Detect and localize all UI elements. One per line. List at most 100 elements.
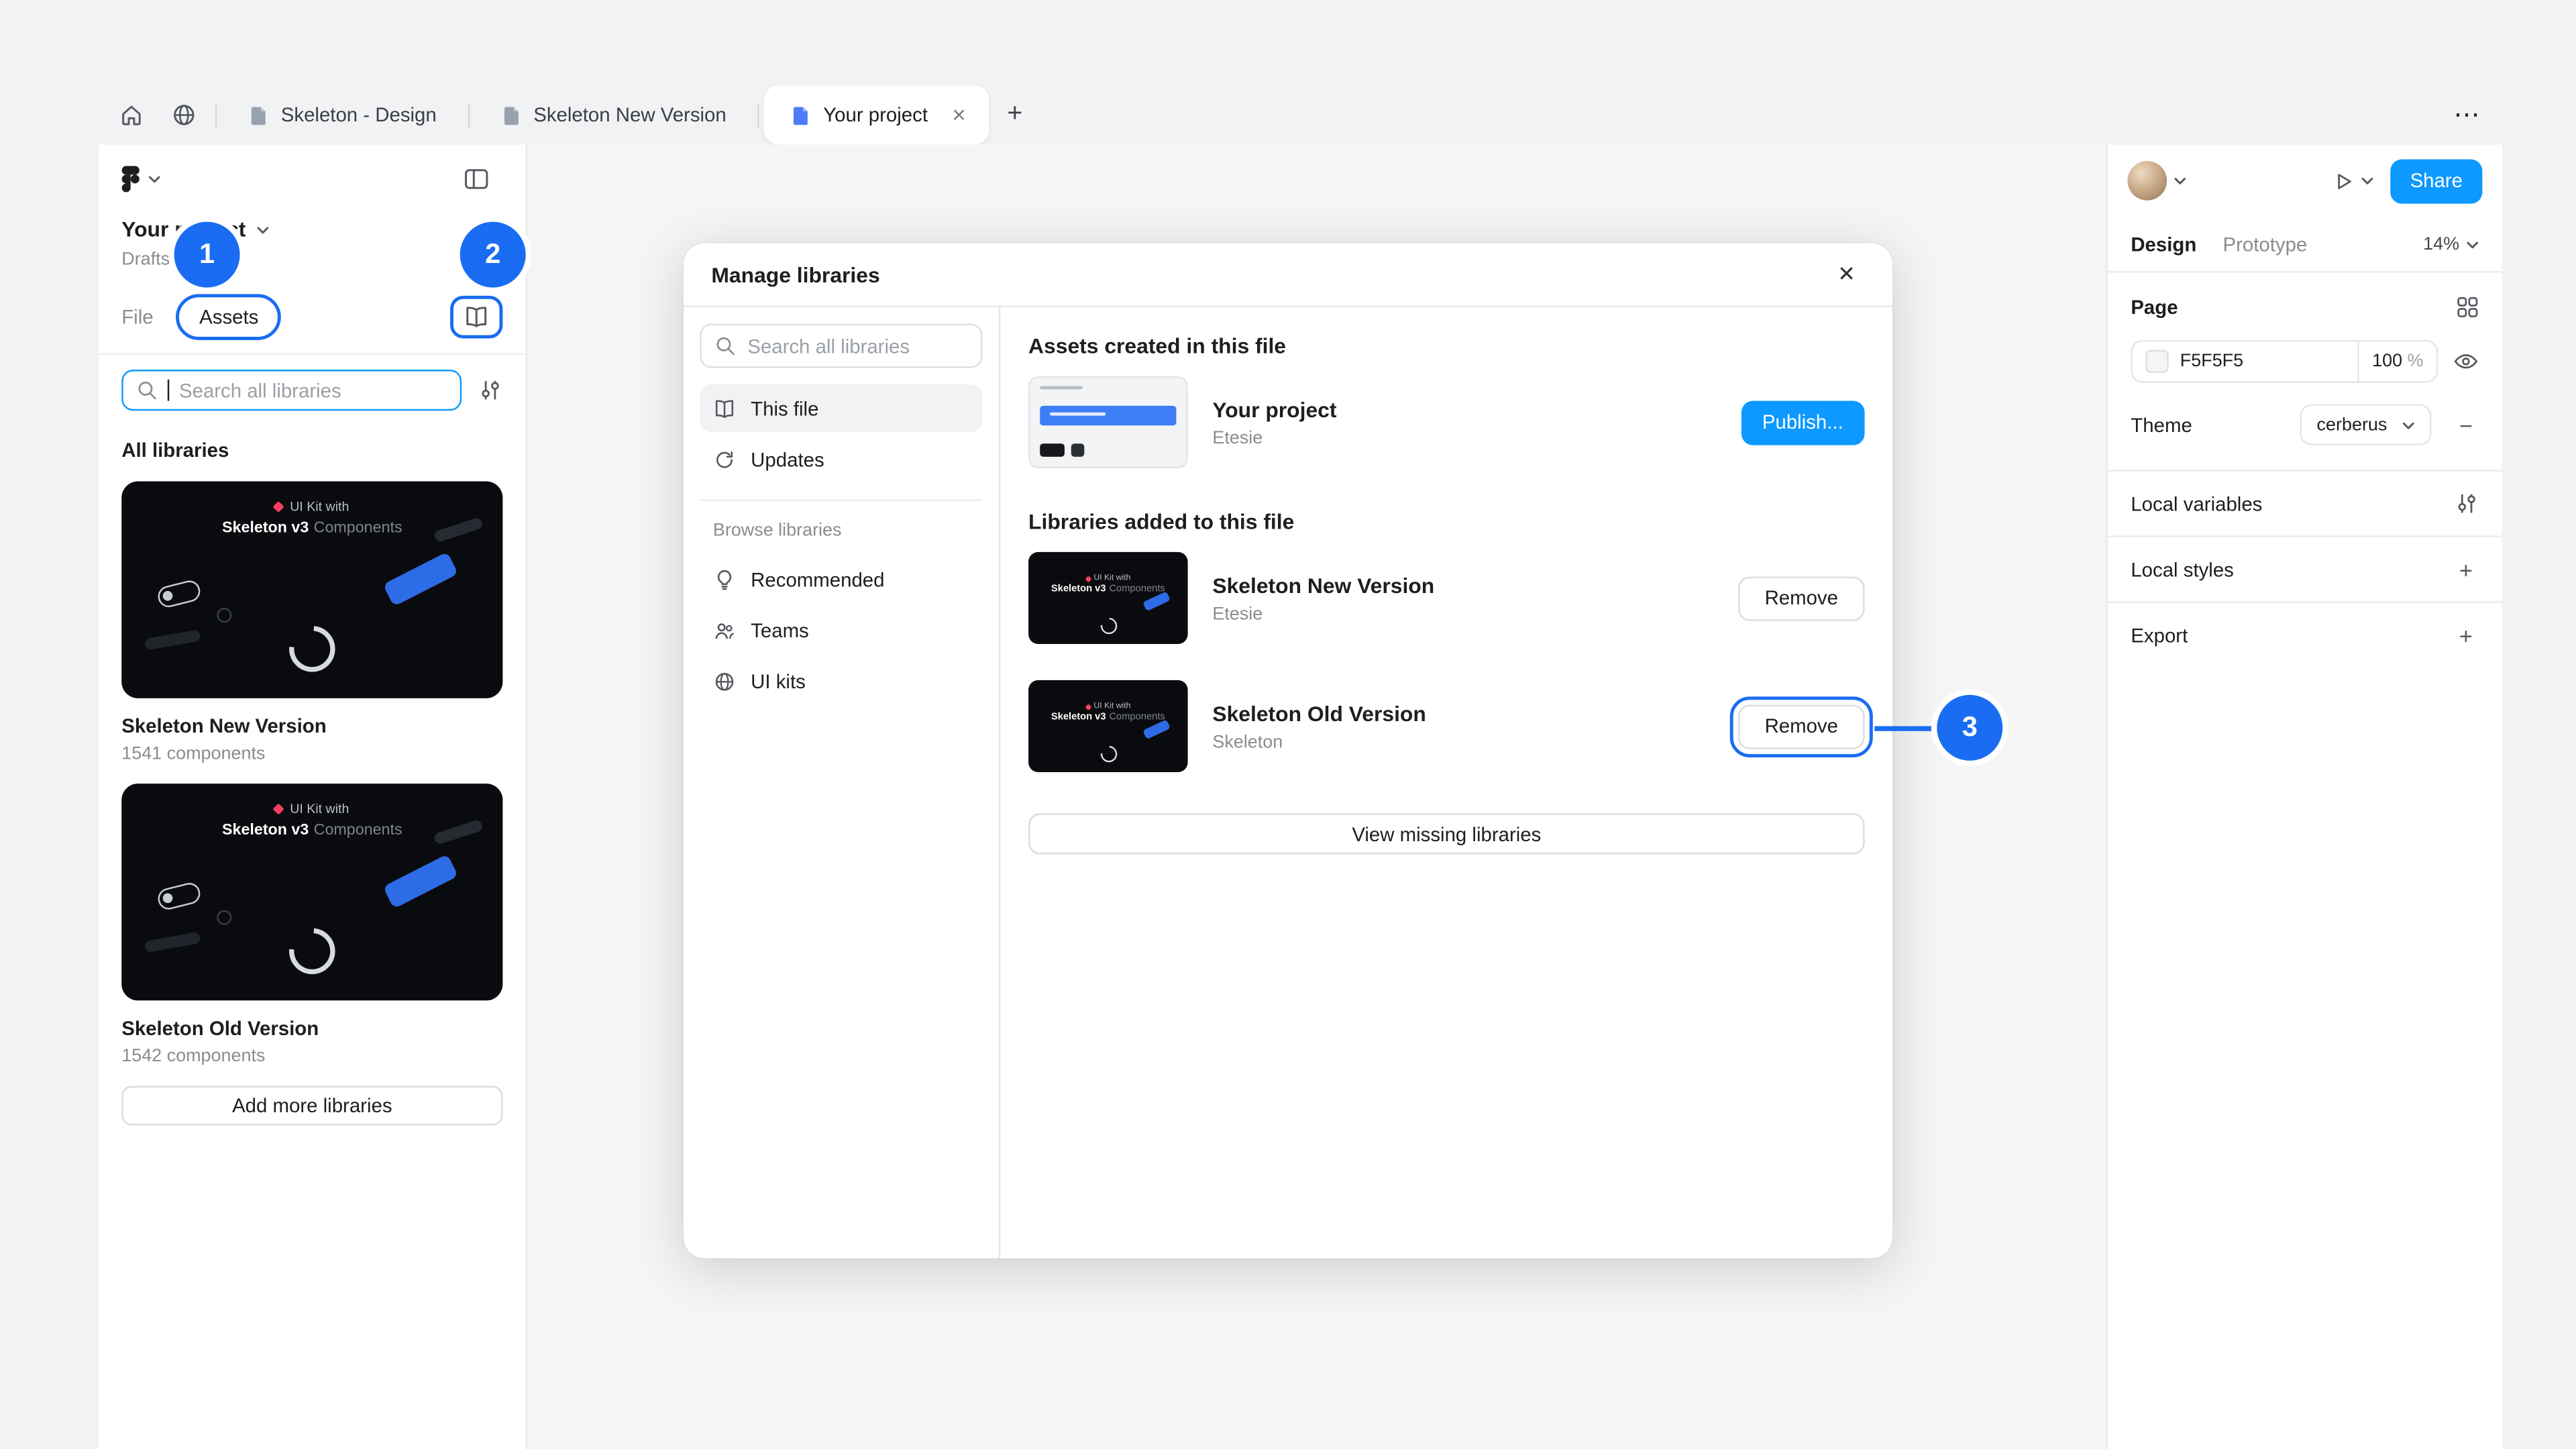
- mode-tabs: Design Prototype 14%: [2108, 217, 2502, 272]
- callout-connector-line: [1874, 726, 1941, 730]
- opacity-field[interactable]: 100 %: [2357, 341, 2436, 381]
- share-button[interactable]: Share: [2390, 158, 2482, 203]
- tab-assets[interactable]: Assets: [176, 293, 282, 339]
- skeleton-logo-icon: [1085, 703, 1091, 710]
- spinner-shape: [280, 919, 345, 984]
- library-subtitle: Skeleton: [1212, 732, 1713, 751]
- thumb-brand: Skeleton v3: [222, 821, 309, 839]
- tab-skeleton-design[interactable]: Skeleton - Design: [222, 85, 463, 144]
- nav-item-updates[interactable]: Updates: [700, 435, 982, 483]
- library-card[interactable]: UI Kit with Skeleton v3Components Skelet…: [121, 784, 502, 1066]
- nav-item-this-file[interactable]: This file: [700, 384, 982, 432]
- close-dialog-button[interactable]: ✕: [1829, 256, 1865, 292]
- color-swatch[interactable]: [2145, 350, 2168, 373]
- all-libraries-heading: All libraries: [99, 417, 526, 465]
- library-title: Your project: [1212, 396, 1716, 421]
- nav-label: Recommended: [751, 568, 884, 590]
- thumb-brand: Skeleton v3: [1051, 585, 1106, 595]
- library-row: Your project Etesie Publish...: [1028, 358, 1865, 486]
- close-icon: ✕: [1837, 261, 1856, 287]
- community-button[interactable]: [158, 92, 210, 138]
- styles-grid-icon[interactable]: [2456, 296, 2479, 319]
- page-color-row: F5F5F5 100 %: [2131, 340, 2479, 383]
- more-menu-button[interactable]: ⋯: [2440, 92, 2496, 138]
- remove-theme-button[interactable]: −: [2453, 411, 2479, 437]
- close-icon: ✕: [951, 105, 967, 126]
- home-button[interactable]: [105, 92, 158, 138]
- opacity-value: 100: [2372, 352, 2402, 371]
- skeleton-logo-icon: [274, 803, 285, 814]
- percent-sign: %: [2407, 352, 2423, 371]
- nav-item-ui-kits[interactable]: UI kits: [700, 657, 982, 705]
- libraries-added-heading: Libraries added to this file: [1028, 509, 1865, 534]
- chevron-down-icon: [148, 172, 161, 186]
- add-export-button[interactable]: +: [2453, 622, 2479, 648]
- plus-icon: +: [2459, 556, 2473, 582]
- library-card[interactable]: UI Kit with Skeleton v3Components Skelet…: [121, 482, 502, 764]
- tab-design[interactable]: Design: [2131, 233, 2196, 256]
- library-thumbnail: UI Kit with Skeleton v3Components: [121, 482, 502, 698]
- manage-libraries-dialog: Manage libraries ✕ This file: [684, 243, 1892, 1258]
- tab-skeleton-new-version[interactable]: Skeleton New Version: [474, 85, 753, 144]
- remove-button[interactable]: Remove: [1738, 576, 1865, 620]
- modal-search-input[interactable]: [747, 334, 967, 357]
- library-row: UI Kit with Skeleton v3Components Skelet…: [1028, 534, 1865, 662]
- local-variables-label: Local variables: [2131, 492, 2262, 515]
- thumb-line1: UI Kit with: [1093, 574, 1130, 584]
- tab-prototype[interactable]: Prototype: [2223, 233, 2308, 256]
- library-row: UI Kit with Skeleton v3Components Skelet…: [1028, 662, 1865, 790]
- close-tab-button[interactable]: ✕: [945, 100, 974, 129]
- book-icon: [464, 303, 490, 329]
- dialog-body: This file Updates Browse libraries Recom…: [684, 307, 1892, 1258]
- local-variables-row[interactable]: Local variables: [2108, 470, 2502, 535]
- tab-label: Skeleton New Version: [533, 103, 727, 126]
- skeleton-line-shape: [144, 629, 201, 650]
- banner-shape: [1039, 407, 1177, 426]
- tab-your-project[interactable]: Your project ✕: [764, 85, 989, 144]
- modal-search-field[interactable]: [700, 323, 982, 368]
- new-tab-button[interactable]: +: [992, 92, 1038, 138]
- figma-logo-icon: [121, 166, 140, 192]
- remove-button-highlighted[interactable]: Remove: [1738, 704, 1865, 748]
- spinner-shape: [1097, 614, 1120, 638]
- dialog-header: Manage libraries ✕: [684, 243, 1892, 307]
- tab-bar: Skeleton - Design Skeleton New Version Y…: [99, 85, 2502, 144]
- dot-shape: [217, 608, 231, 623]
- sidebar-top-row: [99, 145, 526, 214]
- account-menu-button[interactable]: [2127, 161, 2186, 201]
- export-row[interactable]: Export +: [2108, 601, 2502, 667]
- visibility-button[interactable]: [2453, 348, 2479, 374]
- tab-file[interactable]: File: [121, 305, 153, 327]
- view-missing-libraries-button[interactable]: View missing libraries: [1028, 813, 1865, 854]
- color-hex-field[interactable]: F5F5F5: [2133, 350, 2358, 373]
- zoom-control[interactable]: 14%: [2423, 234, 2479, 254]
- library-search-field[interactable]: [121, 370, 462, 411]
- thumb-suffix: Components: [314, 519, 402, 537]
- sliders-icon[interactable]: [2455, 491, 2479, 516]
- toggle-sidebar-button[interactable]: [450, 156, 502, 203]
- local-styles-row[interactable]: Local styles +: [2108, 535, 2502, 601]
- nav-item-teams[interactable]: Teams: [700, 606, 982, 654]
- tab-separator: [757, 103, 759, 127]
- search-input[interactable]: [179, 378, 447, 401]
- library-subtitle: Etesie: [1212, 428, 1716, 447]
- filter-button[interactable]: [478, 378, 503, 402]
- publish-button[interactable]: Publish...: [1741, 400, 1865, 444]
- globe-icon: [713, 669, 736, 692]
- add-more-libraries-button[interactable]: Add more libraries: [121, 1086, 502, 1126]
- figma-file-icon: [790, 105, 812, 126]
- spinner-shape: [1097, 743, 1120, 766]
- local-styles-label: Local styles: [2131, 557, 2234, 580]
- present-button[interactable]: [2332, 170, 2373, 191]
- nav-item-recommended[interactable]: Recommended: [700, 555, 982, 603]
- text-line-shape: [1039, 386, 1082, 390]
- libraries-button[interactable]: [450, 295, 502, 338]
- nav-label: This file: [751, 396, 818, 419]
- library-title: Skeleton New Version: [1212, 572, 1713, 597]
- library-count: 1542 components: [121, 1046, 502, 1066]
- theme-dropdown[interactable]: cerberus: [2300, 404, 2431, 445]
- main-menu-button[interactable]: [121, 166, 161, 192]
- search-icon: [136, 380, 158, 401]
- search-icon: [714, 335, 736, 357]
- add-style-button[interactable]: +: [2453, 556, 2479, 582]
